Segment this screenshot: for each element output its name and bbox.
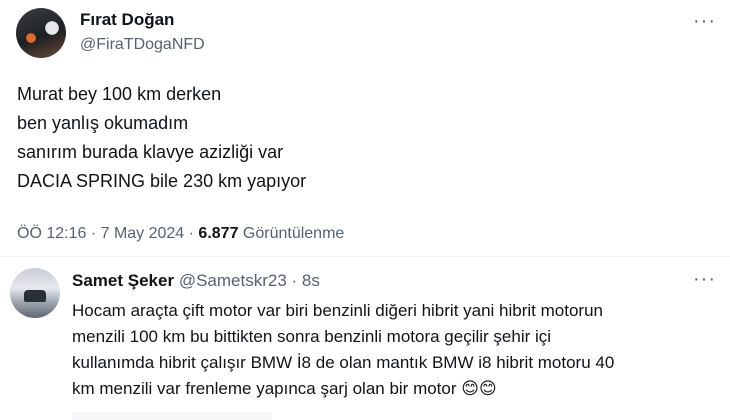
reply-time[interactable]: 8s <box>302 271 320 290</box>
reply-author-avatar[interactable] <box>10 268 60 318</box>
reply-text-line: Hocam araçta çift motor var biri benzinl… <box>72 301 603 320</box>
tweet-timestamp[interactable]: ÖÖ 12:16 · 7 May 2024 <box>17 225 184 242</box>
views-label: Görüntülenme <box>238 225 345 242</box>
reply-author-handle[interactable]: @Sametskr23 <box>179 271 287 290</box>
tweet-text: Murat bey 100 km derken ben yanlış okuma… <box>17 80 617 196</box>
tweet-text-line: DACIA SPRING bile 230 km yapıyor <box>17 171 307 191</box>
reply-text-line: km menzili var frenleme yapınca şarj ola… <box>72 379 497 398</box>
author-name[interactable]: Fırat Doğan <box>80 10 174 30</box>
reply-text-line: menzili 100 km bu bittikten sonra benzin… <box>72 327 552 346</box>
reply-action-bar-partial <box>72 412 272 420</box>
tweet-meta: ÖÖ 12:16 · 7 May 2024 · 6.877 Görüntülen… <box>17 225 344 243</box>
tweet-text-line: ben yanlış okumadım <box>17 113 189 133</box>
avatar-car-shape <box>24 290 46 302</box>
meta-separator: · <box>184 225 199 242</box>
author-handle[interactable]: @FiraTDogaNFD <box>80 36 205 54</box>
views-count: 6.877 <box>198 225 239 242</box>
reply-author-name[interactable]: Samet Şeker <box>72 271 174 290</box>
reply-header: Samet Şeker @Sametskr23 · 8s <box>72 271 320 291</box>
tweet-text-line: sanırım burada klavye azizliği var <box>17 142 284 162</box>
divider <box>0 256 730 257</box>
reply-separator: · <box>286 271 302 290</box>
more-options-icon[interactable]: ··· <box>693 10 716 33</box>
tweet-text-line: Murat bey 100 km derken <box>17 84 222 104</box>
reply-text: Hocam araçta çift motor var biri benzinl… <box>72 298 722 402</box>
author-avatar[interactable] <box>16 8 66 58</box>
reply-more-options-icon[interactable]: ··· <box>693 268 716 291</box>
reply-text-line: kullanımda hibrit çalışır BMW İ8 de olan… <box>72 353 615 372</box>
